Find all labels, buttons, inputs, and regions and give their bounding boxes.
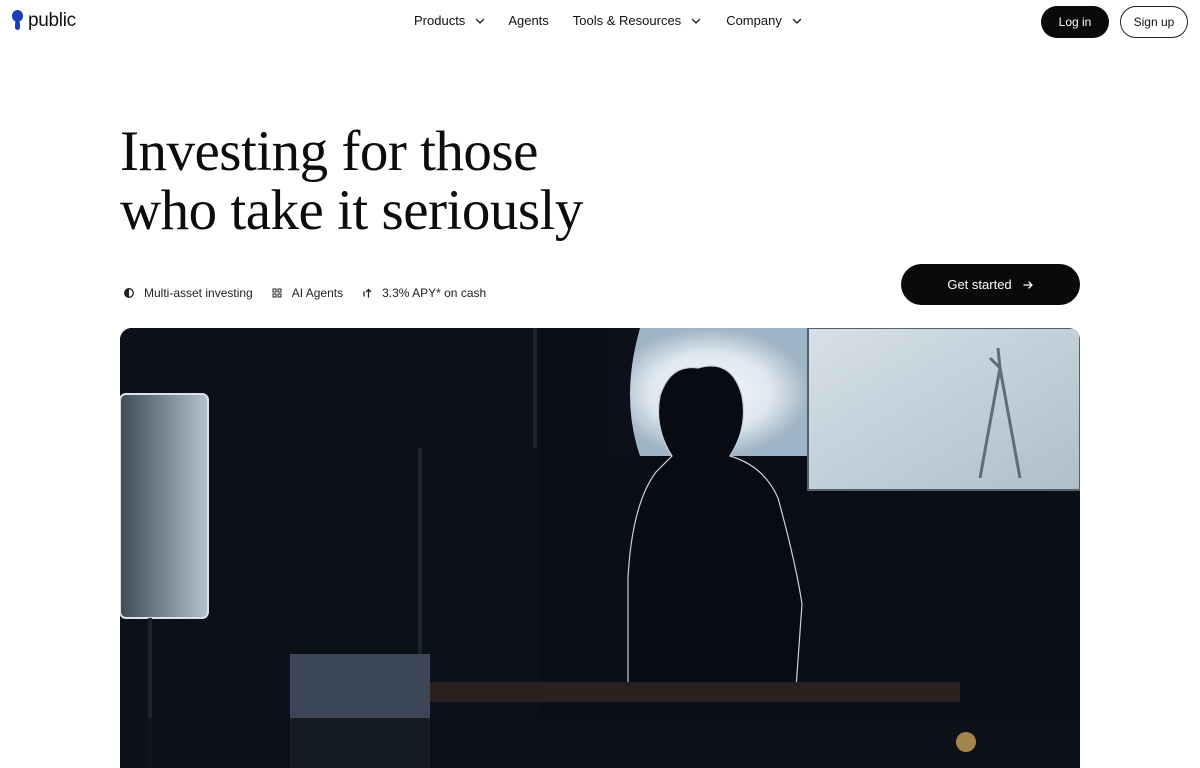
feature-multi-asset: Multi-asset investing — [123, 286, 253, 300]
hero-scene-image — [120, 328, 1080, 768]
feature-apy: 3.3% APY* on cash — [361, 286, 486, 300]
login-button[interactable]: Log in — [1041, 6, 1109, 38]
nav-tools-label: Tools & Resources — [572, 13, 682, 28]
nav-tools-resources[interactable]: Tools & Resources — [573, 13, 702, 28]
feature-label: Multi-asset investing — [144, 286, 253, 300]
headline-line-1: Investing for those — [120, 120, 538, 183]
signup-button[interactable]: Sign up — [1120, 6, 1188, 38]
chevron-down-icon — [691, 18, 701, 24]
arrow-up-right-icon — [363, 288, 372, 298]
nav-company-label: Company — [726, 13, 782, 28]
feature-label: AI Agents — [291, 286, 344, 300]
get-started-button[interactable]: Get started — [901, 264, 1080, 305]
get-started-label: Get started — [947, 277, 1012, 292]
feature-list: Multi-asset investing AI Agents 3.3% APY… — [123, 286, 504, 300]
nav-agents-label: Agents — [508, 13, 549, 28]
feature-ai-agents: AI Agents — [271, 286, 343, 300]
public-logo-icon — [12, 10, 24, 32]
hero-headline: Investing for those who take it seriousl… — [120, 122, 583, 240]
nav-products-label: Products — [414, 13, 466, 28]
chevron-down-icon — [792, 18, 802, 24]
main-nav: Products Agents Tools & Resources Compan… — [414, 13, 803, 28]
nav-company[interactable]: Company — [726, 13, 803, 28]
nav-products[interactable]: Products — [414, 13, 486, 28]
logo[interactable]: public — [12, 10, 76, 32]
grid-dots-icon — [272, 288, 282, 298]
half-circle-icon — [124, 288, 134, 298]
feature-label: 3.3% APY* on cash — [382, 286, 487, 300]
hero-video[interactable] — [120, 328, 1080, 768]
arrow-right-icon — [1023, 280, 1033, 289]
headline-line-2: who take it seriously — [120, 179, 583, 242]
chevron-down-icon — [476, 18, 485, 24]
site-header: public Products Agents Tools & Resources… — [0, 0, 1200, 44]
logo-text: public — [28, 10, 76, 31]
nav-agents[interactable]: Agents — [508, 13, 548, 28]
